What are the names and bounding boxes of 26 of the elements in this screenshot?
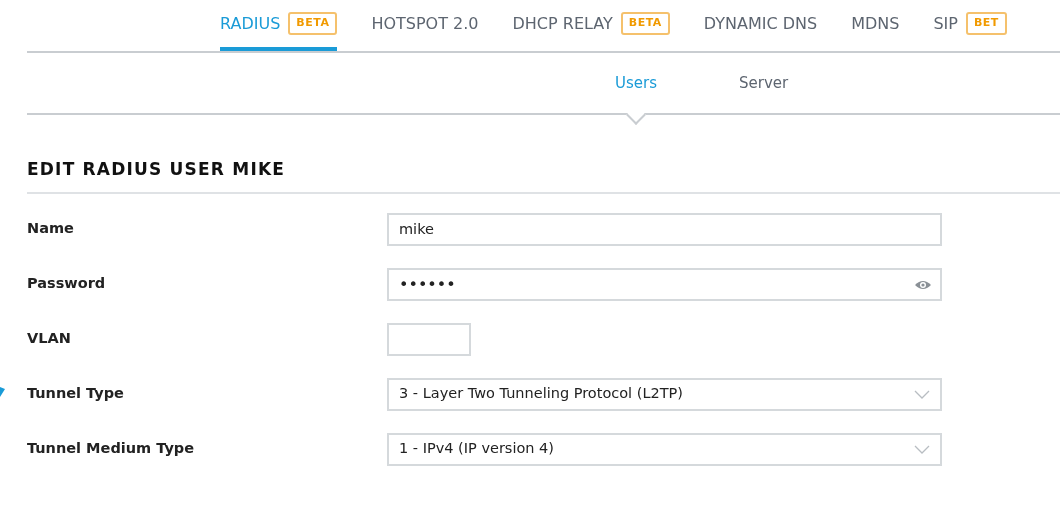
nav-tab[interactable]: DYNAMIC DNS bbox=[703, 0, 818, 51]
input-field[interactable]: mike bbox=[387, 212, 942, 246]
beta-badge: BET bbox=[965, 12, 1007, 35]
field-label: Name bbox=[27, 219, 75, 239]
select-field[interactable]: 3 - Layer Two Tunneling Protocol (L2TP) bbox=[387, 377, 942, 411]
chevron-down-icon bbox=[914, 444, 930, 454]
sub-tab[interactable]: Server bbox=[739, 53, 789, 113]
nav-tab[interactable]: MDNS bbox=[851, 0, 900, 51]
nav-tab[interactable]: HOTSPOT 2.0 bbox=[371, 0, 479, 51]
beta-badge: BETA bbox=[620, 12, 670, 35]
nav-tab[interactable]: RADIUS BETA bbox=[220, 0, 338, 51]
nav-tab[interactable]: SIP BET bbox=[933, 0, 1007, 51]
beta-badge: BETA bbox=[288, 12, 338, 35]
nav-tab[interactable]: DHCP RELAY BETA bbox=[512, 0, 670, 51]
field-label: VLAN bbox=[27, 329, 72, 349]
password-field[interactable]: •••••• bbox=[387, 267, 942, 301]
pointer-icon bbox=[0, 386, 5, 397]
field-label: Tunnel Medium Type bbox=[27, 439, 196, 459]
chevron-down-icon bbox=[914, 389, 930, 399]
section-heading: EDIT RADIUS USER MIKE bbox=[27, 157, 1060, 194]
sub-tab[interactable]: Users bbox=[615, 53, 657, 113]
field-label: Tunnel Type bbox=[27, 384, 125, 404]
eye-icon[interactable] bbox=[914, 278, 932, 291]
field-label: Password bbox=[27, 274, 107, 294]
input-field[interactable] bbox=[387, 322, 471, 356]
select-field[interactable]: 1 - IPv4 (IP version 4) bbox=[387, 432, 942, 466]
